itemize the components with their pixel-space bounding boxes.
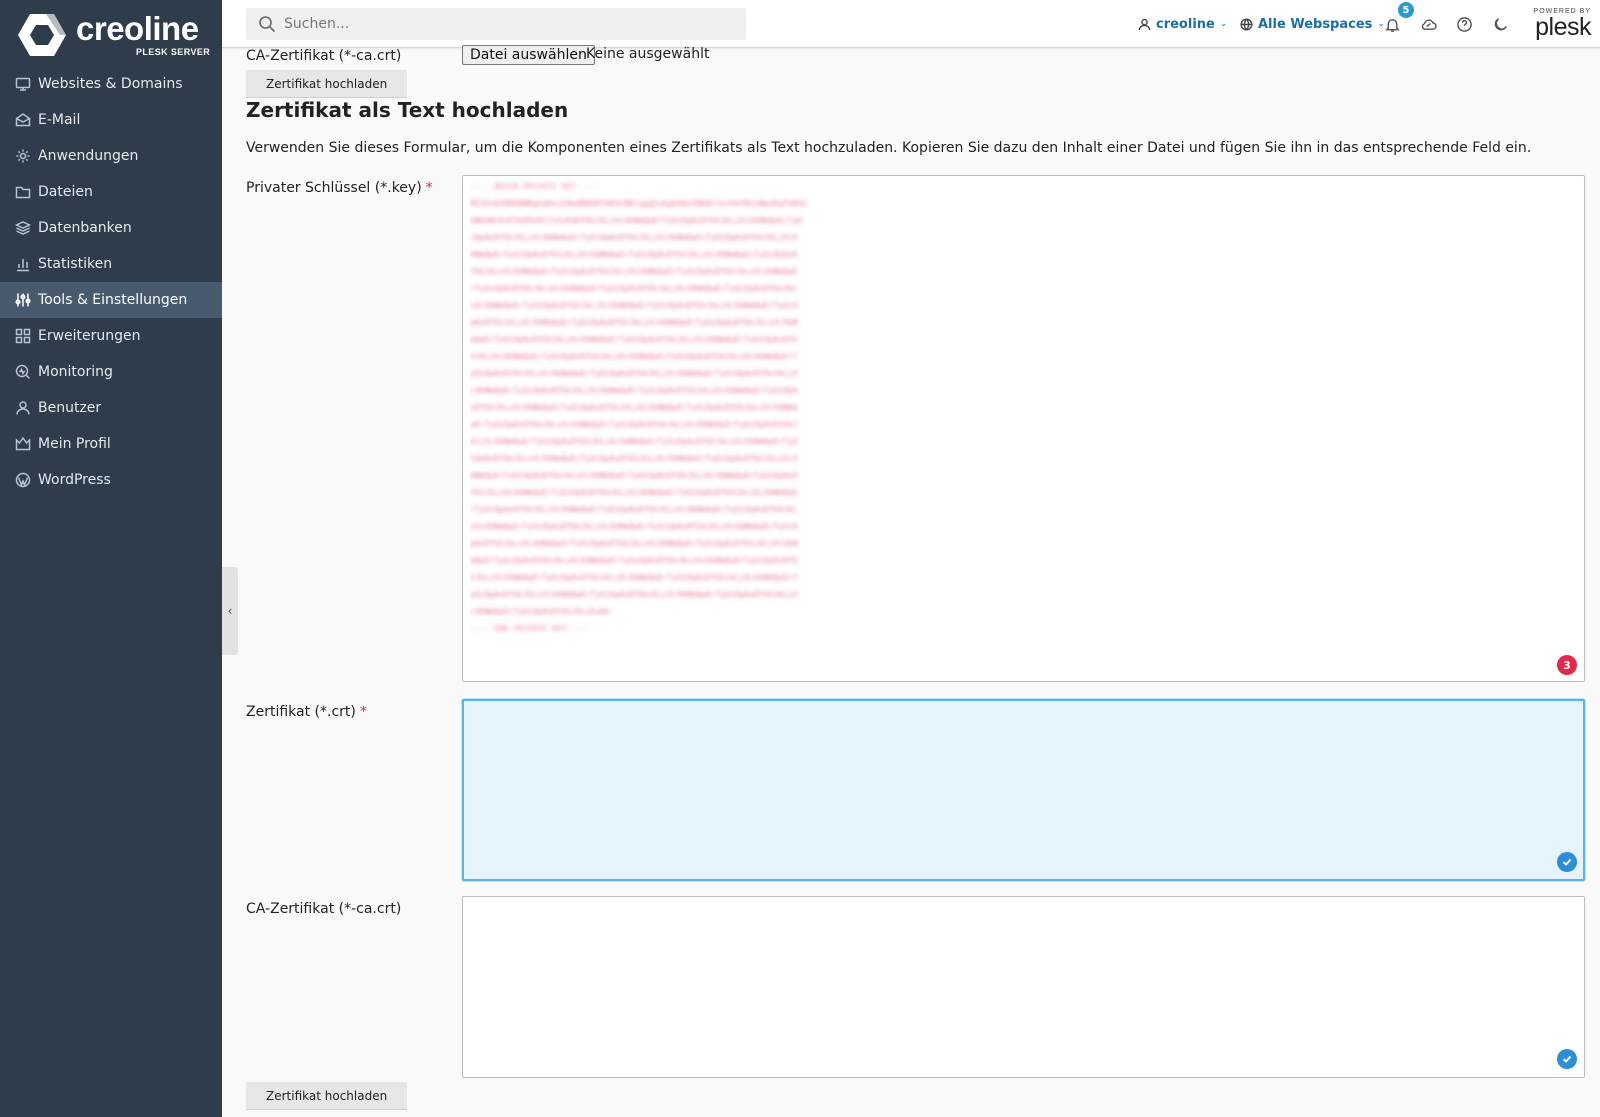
globe-icon — [1240, 18, 1253, 30]
sidebar-item-tools-einstellungen[interactable]: Tools & Einstellungen — [0, 282, 222, 318]
ca-certificate-label: CA-Zertifikat (*-ca.crt) — [246, 901, 402, 917]
extensions-icon — [14, 327, 32, 345]
sidebar-item-label: Erweiterungen — [38, 328, 141, 344]
section-title: Zertifikat als Text hochladen — [246, 98, 569, 122]
sidebar-item-dateien[interactable]: Dateien — [0, 174, 222, 210]
ca-certificate-textarea[interactable] — [462, 896, 1585, 1078]
webspaces-menu[interactable]: Alle Webspaces ⌄ — [1240, 0, 1385, 48]
chevron-down-icon: ⌄ — [1219, 19, 1228, 29]
creoline-logo[interactable]: creoline PLESK SERVER — [16, 10, 211, 60]
cloud-icon — [1421, 18, 1437, 30]
sidebar-item-label: Websites & Domains — [38, 76, 183, 92]
cloud-button[interactable] — [1418, 14, 1438, 34]
sidebar-item-monitoring[interactable]: Monitoring — [0, 354, 222, 390]
sidebar-item-label: Mein Profil — [38, 436, 111, 452]
sidebar-item-email[interactable]: E-Mail — [0, 102, 222, 138]
choose-file-button[interactable]: Datei auswählen — [462, 45, 595, 65]
user-icon — [1138, 18, 1151, 30]
webspaces-label: Alle Webspaces — [1258, 16, 1373, 32]
sidebar: creoline PLESK SERVER Websites & Domains… — [0, 0, 222, 1117]
certificate-label: Zertifikat (*.crt) * — [246, 704, 367, 720]
search-box[interactable] — [246, 8, 746, 40]
sidebar-item-mein-profil[interactable]: Mein Profil — [0, 426, 222, 462]
sidebar-item-label: Dateien — [38, 184, 93, 200]
sidebar-collapse-button[interactable]: ‹ — [222, 567, 238, 655]
file-status: Keine ausgewählt — [586, 46, 710, 62]
sliders-icon — [14, 291, 32, 309]
sidebar-item-label: Statistiken — [38, 256, 113, 272]
top-bar: creoline ⌄ Alle Webspaces ⌄ — [222, 0, 1600, 48]
sidebar-item-websites-domains[interactable]: Websites & Domains — [0, 66, 222, 102]
creoline-logo-icon — [18, 14, 66, 56]
sidebar-item-label: WordPress — [38, 472, 111, 488]
error-count-badge: 3 — [1557, 655, 1577, 675]
valid-check-icon — [1557, 1049, 1577, 1069]
sidebar-item-benutzer[interactable]: Benutzer — [0, 390, 222, 426]
sidebar-nav: Websites & Domains E-Mail Anwendungen Da… — [0, 66, 222, 498]
sidebar-item-label: E-Mail — [38, 112, 81, 128]
private-key-label-text: Privater Schlüssel (*.key) — [246, 180, 422, 196]
help-button[interactable] — [1454, 14, 1474, 34]
wordpress-icon — [14, 471, 32, 489]
search-input[interactable] — [284, 16, 724, 32]
user-menu[interactable]: creoline ⌄ — [1138, 0, 1227, 48]
notifications-button[interactable] — [1382, 14, 1402, 34]
bar-chart-icon — [14, 255, 32, 273]
sidebar-item-label: Tools & Einstellungen — [38, 292, 188, 308]
brand-subtitle: PLESK SERVER — [136, 47, 211, 57]
sidebar-item-label: Monitoring — [38, 364, 113, 380]
private-key-textarea[interactable] — [462, 175, 1585, 682]
valid-check-icon — [1557, 852, 1577, 872]
bell-icon — [1384, 18, 1400, 32]
moon-icon — [1494, 17, 1507, 30]
sidebar-item-statistiken[interactable]: Statistiken — [0, 246, 222, 282]
sidebar-item-label: Anwendungen — [38, 148, 139, 164]
mail-icon — [14, 111, 32, 129]
sidebar-item-wordpress[interactable]: WordPress — [0, 462, 222, 498]
plesk-wordmark: plesk — [1535, 13, 1591, 41]
private-key-label: Privater Schlüssel (*.key) * — [246, 180, 433, 196]
required-mark: * — [425, 180, 433, 196]
section-description: Verwenden Sie dieses Formular, um die Ko… — [246, 140, 1532, 156]
help-icon — [1456, 16, 1472, 32]
upload-text-certificate-button[interactable]: Zertifikat hochladen — [246, 1082, 408, 1110]
upload-file-certificate-button[interactable]: Zertifikat hochladen — [246, 70, 408, 98]
sidebar-item-label: Datenbanken — [38, 220, 132, 236]
certificate-label-text: Zertifikat (*.crt) — [246, 704, 356, 720]
user-icon — [14, 399, 32, 417]
sidebar-item-label: Benutzer — [38, 400, 102, 416]
monitoring-icon — [14, 363, 32, 381]
chevron-left-icon: ‹ — [227, 604, 233, 618]
required-mark: * — [359, 704, 367, 720]
sidebar-item-erweiterungen[interactable]: Erweiterungen — [0, 318, 222, 354]
ca-file-label: CA-Zertifikat (*-ca.crt) — [246, 48, 402, 64]
profile-icon — [14, 435, 32, 453]
brand-name: creoline — [76, 10, 199, 47]
folder-icon — [14, 183, 32, 201]
search-icon — [259, 16, 276, 33]
notifications-badge: 5 — [1398, 2, 1414, 18]
plesk-logo: POWERED BY plesk — [1527, 8, 1592, 42]
gear-icon — [14, 147, 32, 165]
dark-mode-toggle[interactable] — [1490, 14, 1510, 34]
monitor-icon — [14, 75, 32, 93]
database-icon — [14, 219, 32, 237]
user-name: creoline — [1156, 16, 1215, 32]
sidebar-item-anwendungen[interactable]: Anwendungen — [0, 138, 222, 174]
certificate-textarea[interactable] — [462, 699, 1585, 881]
sidebar-item-datenbanken[interactable]: Datenbanken — [0, 210, 222, 246]
